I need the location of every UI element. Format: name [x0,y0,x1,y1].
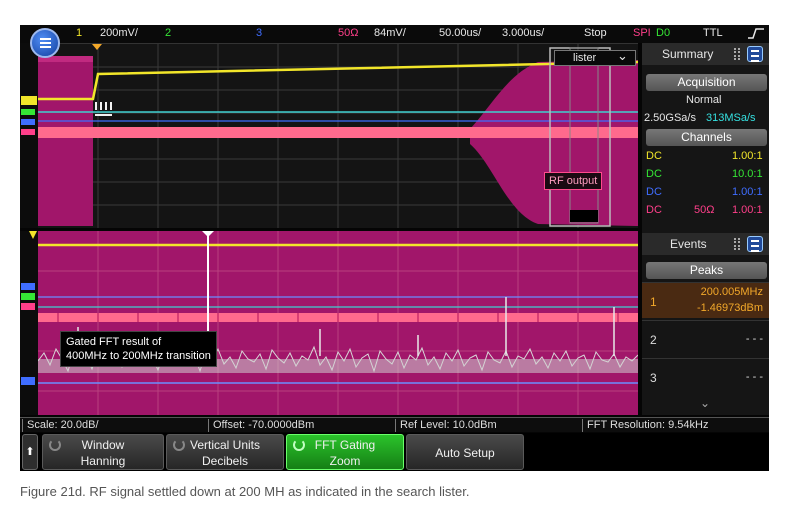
ch4-scale[interactable]: 84mV/ [374,27,406,39]
side-panel: Summary Acquisition Normal 2.50GSa/s 313… [642,43,769,415]
vertical-units-value: Decibels [201,454,249,468]
acquisition-header[interactable]: Acquisition [646,74,767,91]
lister-dropdown[interactable]: lister ⌄ [554,48,636,66]
lower-channel-markers [20,231,38,415]
auto-setup-label: Auto Setup [435,446,495,460]
event-number: 1 [650,295,657,309]
ch1-scale[interactable]: 200mV/ [100,27,138,39]
timebase[interactable]: 50.00us/ [439,27,481,39]
fft-annotation-line2: 400MHz to 200MHz transition [66,350,211,362]
rf-output-label: RF output [544,172,603,190]
ch4-coupling: DC [646,204,662,216]
ch1-coupling: DC [646,150,662,162]
panel-menu-icon[interactable] [747,236,763,252]
fft-resolution-readout[interactable]: FFT Resolution: 9.54kHz [584,419,708,431]
event-row-2[interactable]: 2 - - - [642,320,769,356]
fft-annotation-line1: Gated FFT result of [66,336,162,348]
ch2-coupling: DC [646,168,662,180]
window-label: Window [81,438,125,452]
menu-icon [40,38,51,49]
event-frequency: 200.005MHz [700,286,763,298]
ch3-coupling: DC [646,186,662,198]
event-number: 2 [650,333,657,347]
fft-annotation: Gated FFT result of 400MHz to 200MHz tra… [60,331,217,367]
channels-header[interactable]: Channels [646,129,767,146]
chevron-down-icon[interactable]: ⌄ [617,48,628,64]
vertical-units-label: Vertical Units [189,438,261,452]
fft-gating-label: FFT Gating [314,438,376,452]
event-row-1[interactable]: 1 200.005MHz -1.46973dBm [642,282,769,318]
delay[interactable]: 3.000us/ [502,27,544,39]
ref-level-readout[interactable]: Ref Level: 10.0dBm [397,419,497,431]
scale-readout[interactable]: Scale: 20.0dB/ [24,419,99,431]
trigger-edge-icon[interactable] [747,27,765,40]
event-value: - - - [745,371,763,383]
ch2-ratio: 10.0:1 [732,168,763,180]
panel-menu-icon[interactable] [747,46,763,62]
status-bar: 1 200mV/ 2 3 50Ω 84mV/ 50.00us/ 3.000us/… [20,25,769,43]
oscilloscope-screen: 1 200mV/ 2 3 50Ω 84mV/ 50.00us/ 3.000us/… [20,25,769,471]
fft-waveform-area[interactable]: Gated FFT result of 400MHz to 200MHz tra… [38,231,638,415]
summary-tab[interactable]: Summary [642,43,769,65]
scroll-down-icon[interactable]: ⌄ [700,396,710,410]
upper-waveform-area[interactable]: lister ⌄ RF output [38,43,638,228]
upper-channel-markers [20,43,38,228]
ch1-number[interactable]: 1 [76,27,82,39]
figure-caption: Figure 21d. RF signal settled down at 20… [20,484,470,499]
ch3-ratio: 1.00:1 [732,186,763,198]
auto-setup-softkey[interactable]: Auto Setup [406,434,524,470]
ch4-ratio: 1.00:1 [732,204,763,216]
acquisition-mode: Normal [686,94,722,106]
upper-waveform-graph [38,44,638,228]
fft-gating-softkey[interactable]: FFT Gating Zoom [286,434,404,470]
ch3-number[interactable]: 3 [256,27,262,39]
peaks-header[interactable]: Peaks [646,262,767,279]
info-bar: Scale: 20.0dB/ Offset: -70.0000dBm Ref L… [20,417,769,432]
lister-label: lister [573,52,597,64]
event-number: 3 [650,371,657,385]
vertical-units-softkey[interactable]: Vertical Units Decibels [166,434,284,470]
events-tab[interactable]: Events [642,233,769,255]
event-row-3[interactable]: 3 - - - [642,358,769,394]
bus-protocol[interactable]: SPI [633,27,651,39]
back-button[interactable]: ⬆ [22,434,38,470]
main-menu-button[interactable] [30,28,60,58]
softkey-bar: ⬆ Window Hanning Vertical Units Decibels… [20,433,769,471]
fft-spectrum-graph [38,231,638,415]
event-value: - - - [745,333,763,345]
summary-tab-label: Summary [662,47,714,61]
offset-readout[interactable]: Offset: -70.0000dBm [210,419,314,431]
ch4-impedance-side: 50Ω [694,204,715,216]
ch1-ratio: 1.00:1 [732,150,763,162]
fft-gating-value: Zoom [329,454,361,468]
ch2-number[interactable]: 2 [165,27,171,39]
bus-channel[interactable]: D0 [656,27,670,39]
window-softkey[interactable]: Window Hanning [42,434,164,470]
drag-handle-icon[interactable] [734,238,740,250]
ch4-impedance[interactable]: 50Ω [338,27,358,39]
sample-rate: 2.50GSa/s [644,112,696,124]
trigger-level[interactable]: TTL [703,27,723,39]
event-level: -1.46973dBm [696,302,763,314]
events-tab-label: Events [670,237,707,251]
sample-rate-alt: 313MSa/s [706,112,756,124]
drag-handle-icon[interactable] [734,48,740,60]
run-state[interactable]: Stop [584,27,607,39]
window-value: Hanning [80,454,126,468]
